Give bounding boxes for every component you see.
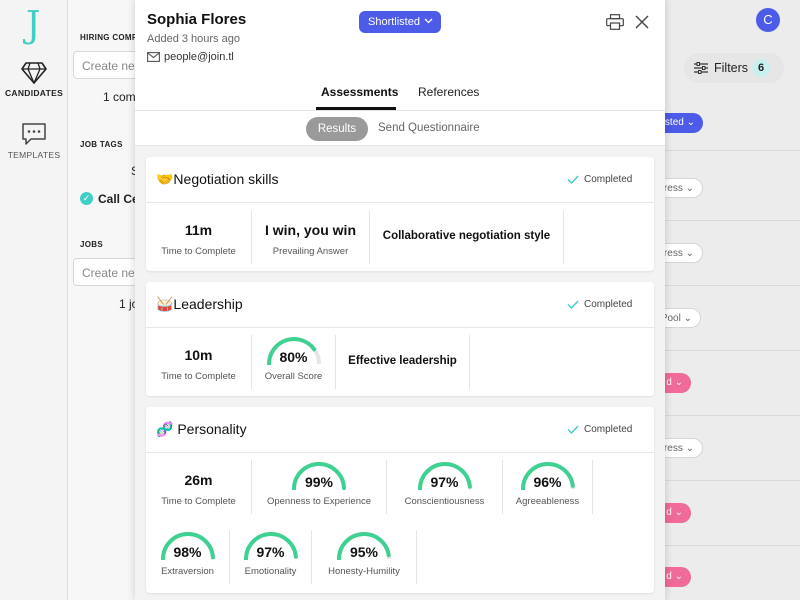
metric-value: 99% [304,474,334,490]
mail-icon [147,52,160,62]
metric-value: 26m [184,472,213,488]
metric-value: 98% [173,544,202,560]
metric-caption: Agreeableness [515,496,580,507]
assessment-title: 🥁Leadership [156,296,243,312]
status-dropdown[interactable]: Shortlisted [359,11,441,33]
nav-templates[interactable]: TEMPLATES [0,122,68,160]
metric-cell: 97% Conscientiousness [387,460,503,514]
row-divider [664,545,800,546]
metric-cell: 11m Time to Complete [146,210,252,264]
metric-value: 96% [533,474,562,490]
metric-cell: 98% Extraversion [146,530,230,584]
candidate-email[interactable]: people@join.tl [164,51,234,63]
metric-cell: 26m Time to Complete [146,460,252,514]
metric-caption: Time to Complete [161,246,236,257]
metric-cell: I win, you win Prevailing Answer [252,210,370,264]
metric-cell: 95% Honesty-Humility [312,530,417,584]
panel-header: Sophia Flores Added 3 hours ago people@j… [135,0,665,146]
status-label: Shortlisted [368,16,420,28]
metric-cell: 10m Time to Complete [146,335,252,389]
segment-results[interactable]: Results [306,117,368,141]
left-nav: J CANDIDATES TEMPLATES [0,0,68,600]
chevron-down-icon [424,18,433,24]
metric-caption: Honesty-Humility [328,566,400,577]
check-icon [567,175,579,184]
avatar[interactable]: C [756,8,780,32]
row-divider [664,285,800,286]
assessment-title: 🧬 Personality [156,421,247,437]
assessment-card-negotiation: 🤝Negotiation skills Completed 11m Time t… [146,157,654,271]
check-circle-icon: ✓ [80,192,93,205]
nav-candidates-label: CANDIDATES [4,88,64,98]
metric-cell: 96% Agreeableness [503,460,593,514]
candidate-name: Sophia Flores [147,11,247,28]
metric-caption: Time to Complete [161,371,236,382]
filters-count-badge: 6 [752,59,770,77]
filters-label: Filters [714,61,749,75]
job-tags-header: JOB TAGS [80,140,123,149]
candidate-panel: Sophia Flores Added 3 hours ago people@j… [135,0,665,600]
sliders-icon [694,62,708,74]
app-logo: J [26,5,41,46]
metric-caption: Prevailing Answer [272,246,349,257]
metric-caption: Emotionality [244,566,297,577]
metric-value: 10m [184,347,213,363]
segment-send-questionnaire[interactable]: Send Questionnaire [378,122,480,134]
row-divider [664,415,800,416]
tab-references[interactable]: References [418,85,479,99]
metric-caption: Time to Complete [161,496,236,507]
card-divider [146,327,654,328]
tab-assessments[interactable]: Assessments [321,85,398,99]
row-divider [664,220,800,221]
print-icon[interactable] [606,14,624,30]
jobs-header: JOBS [80,240,103,249]
metric-cell: Collaborative negotiation style [370,210,564,264]
row-divider [664,350,800,351]
check-icon [567,425,579,434]
header-divider [135,145,665,146]
card-divider [146,452,654,453]
nav-candidates[interactable]: CANDIDATES [0,62,68,98]
nav-templates-label: TEMPLATES [7,150,61,160]
assessment-status: Completed [584,299,633,310]
metric-cell: 99% Openness to Experience [252,460,387,514]
metric-caption: Extraversion [161,566,214,577]
metric-value: 97% [430,474,459,490]
metric-value: 80% [279,349,308,365]
added-time: Added 3 hours ago [147,33,240,45]
assessment-title: 🤝Negotiation skills [156,171,279,187]
card-divider [146,202,654,203]
metric-cell: Effective leadership [336,335,470,389]
metric-value: Collaborative negotiation style [382,230,551,242]
metric-caption: Overall Score [264,371,323,382]
assessment-status: Completed [584,424,633,435]
metric-caption: Openness to Experience [266,496,372,507]
close-icon[interactable] [635,15,649,29]
diamond-icon [21,62,47,84]
tabs-divider [135,110,665,111]
metric-caption: Conscientiousness [404,496,485,507]
metric-value: 97% [256,544,285,560]
metric-value: I win, you win [265,222,356,238]
assessment-status: Completed [584,174,633,185]
assessment-card-personality: 🧬 Personality Completed 26m Time to Comp… [146,407,654,593]
metric-value: Effective leadership [348,355,457,367]
metric-value: 95% [349,544,379,560]
row-divider [664,480,800,481]
metric-cell: 97% Emotionality [230,530,312,584]
assessment-card-leadership: 🥁Leadership Completed 10m Time to Comple… [146,282,654,396]
chat-bubble-icon [22,123,46,145]
filters-button[interactable]: Filters 6 [684,53,784,83]
metric-cell: 80% Overall Score [252,335,336,389]
metric-value: 11m [184,222,213,238]
row-divider [664,150,800,151]
check-icon [567,300,579,309]
